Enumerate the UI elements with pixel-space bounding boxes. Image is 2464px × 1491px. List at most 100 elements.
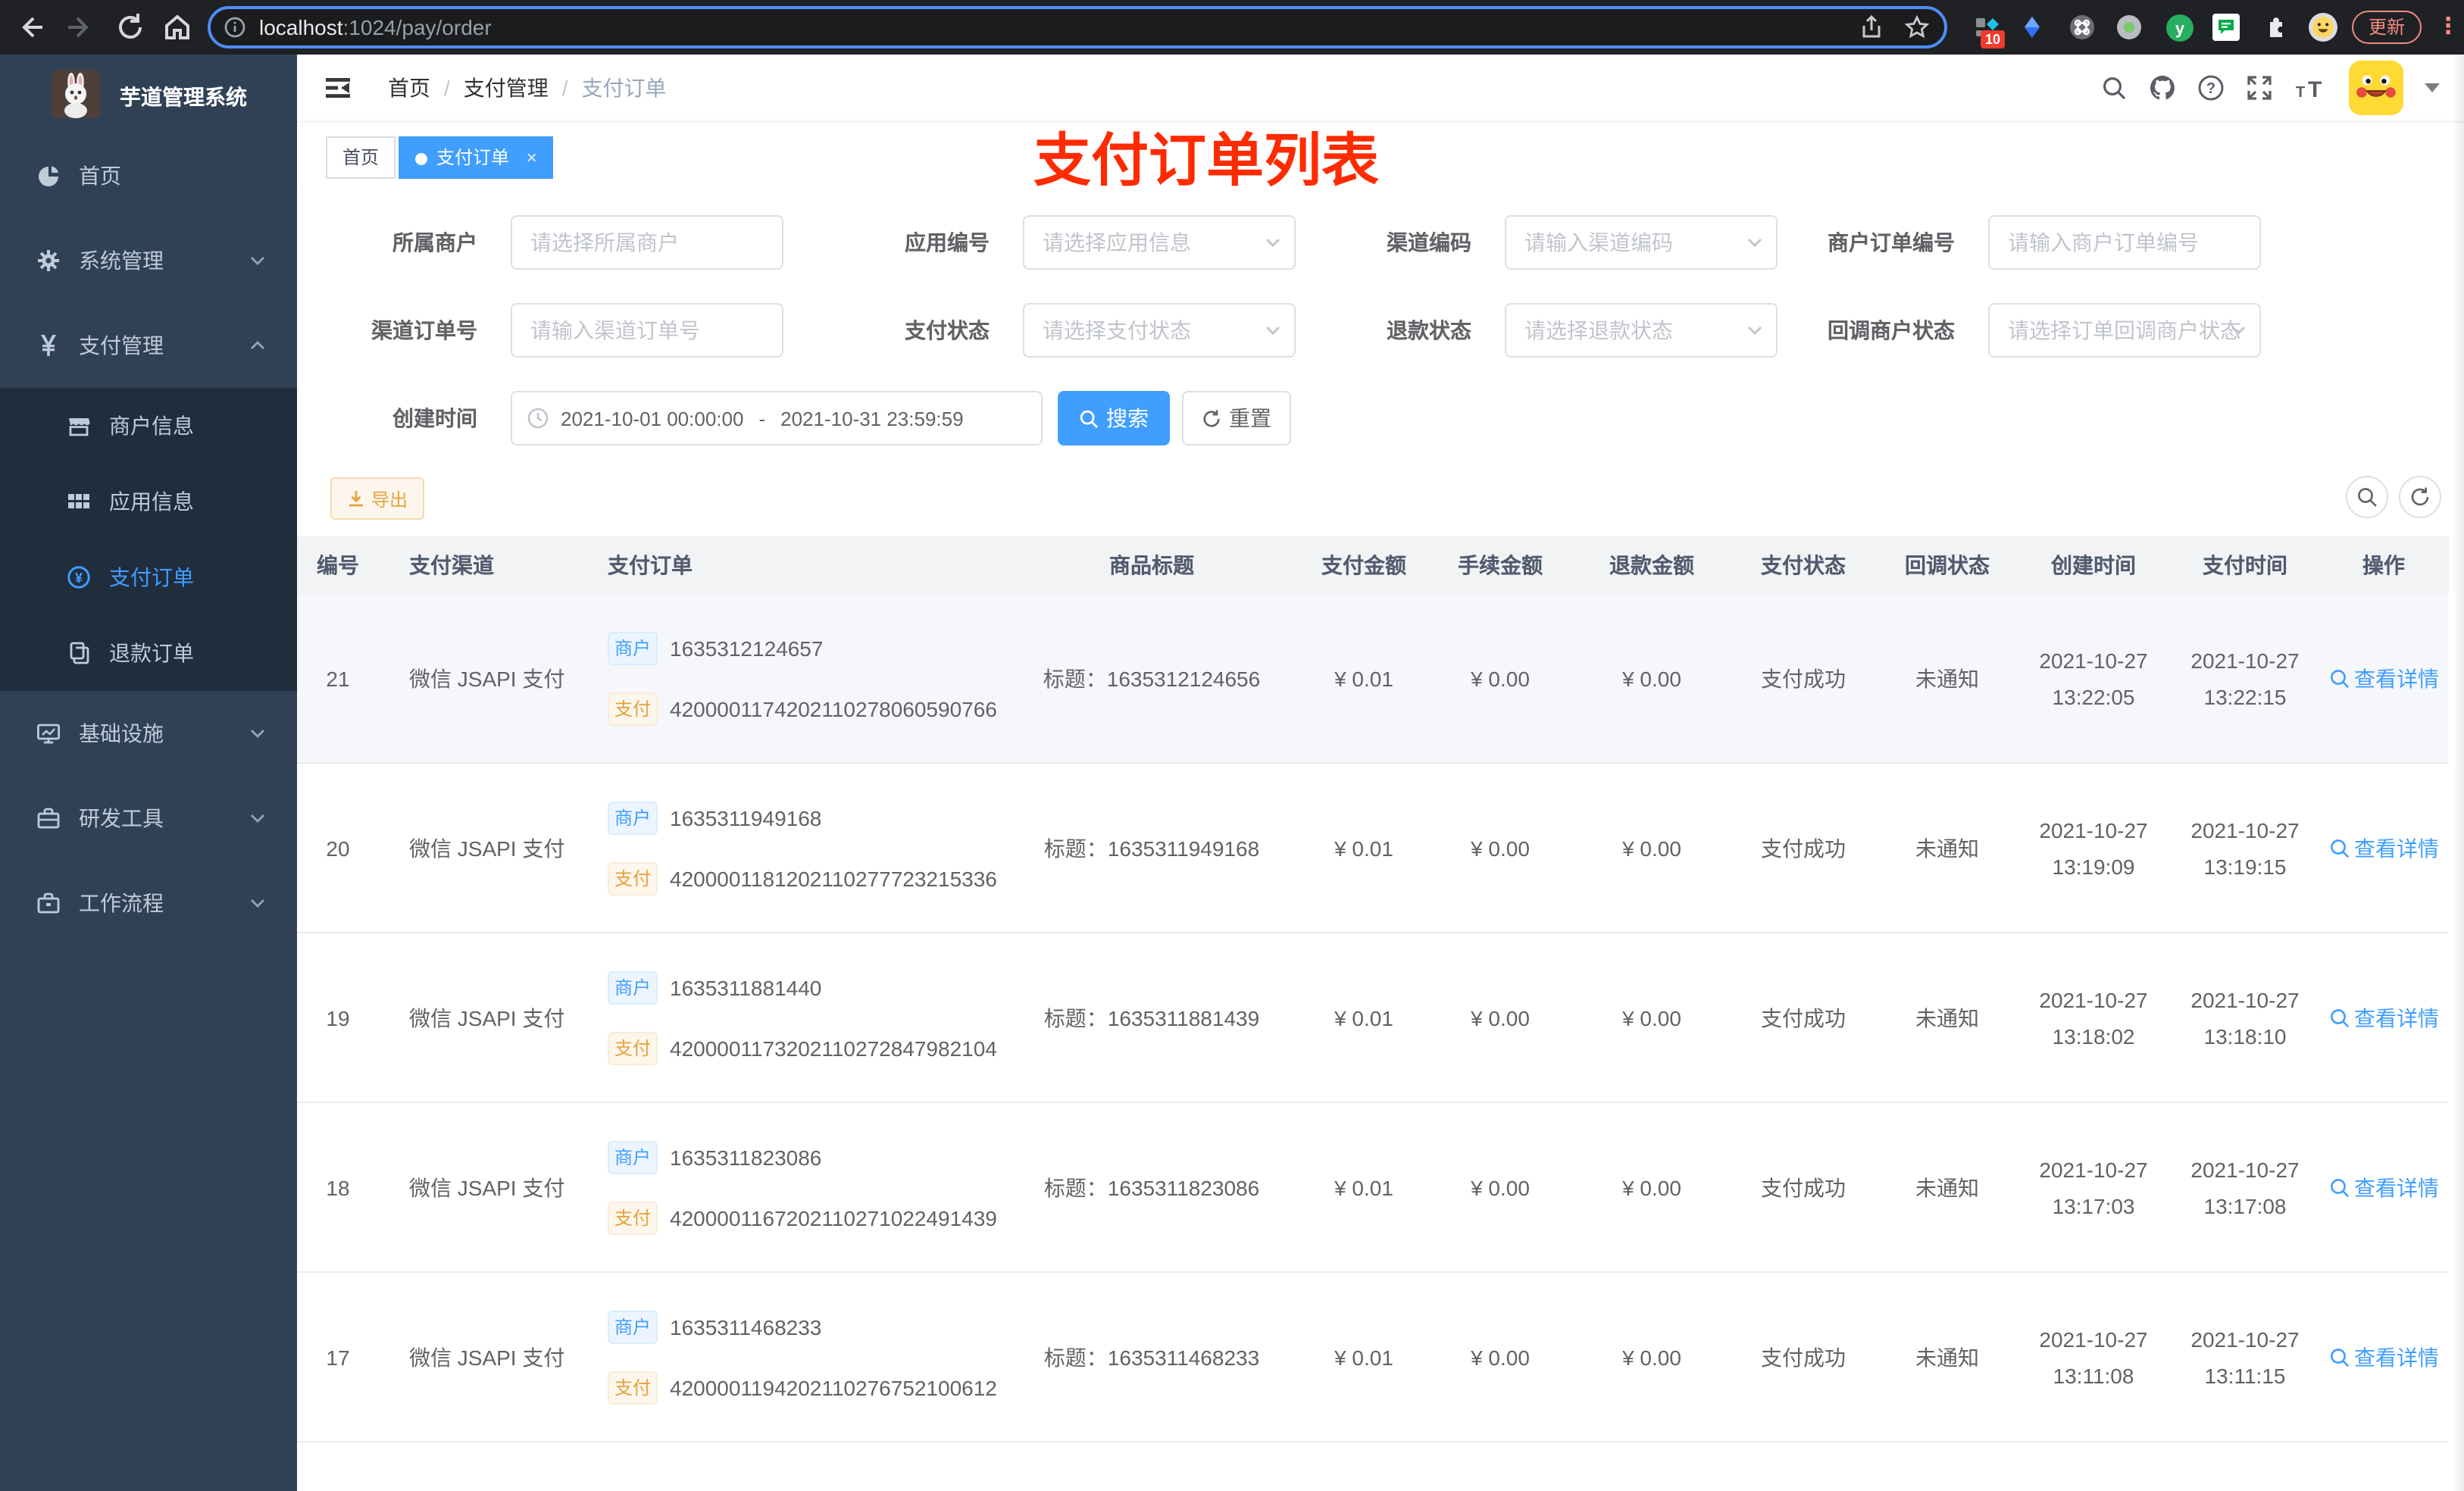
select-placeholder: 请选择支付状态 (1043, 318, 1191, 342)
app-header: 首页 / 支付管理 / 支付订单 ? TT 支付订单列表 (297, 55, 2464, 194)
export-button[interactable]: 导出 (330, 477, 425, 520)
svg-text:y: y (2175, 18, 2184, 37)
reload-icon[interactable] (114, 11, 147, 44)
cell-title: 标题：1635311881439 (1043, 1005, 1260, 1030)
user-avatar[interactable] (2349, 61, 2403, 115)
filter-input-field[interactable] (1990, 217, 2259, 268)
breadcrumb-current: 支付订单 (581, 76, 667, 100)
sidebar-item-5[interactable]: 工作流程 (0, 861, 297, 946)
date-start-value[interactable]: 2021-10-01 00:00:00 (561, 407, 743, 430)
view-detail-link[interactable]: 查看详情 (2319, 1172, 2449, 1202)
chevron-up-icon (249, 336, 267, 355)
view-detail-link[interactable]: 查看详情 (2319, 833, 2449, 863)
tab-pay-order[interactable]: 支付订单 × (399, 136, 554, 179)
view-detail-link[interactable]: 查看详情 (2319, 1342, 2449, 1372)
channel-pay-tag: 支付 (608, 1201, 658, 1234)
filter-input[interactable] (1988, 215, 2261, 270)
filter-label: 所属商户 (392, 230, 477, 255)
channel-pay-no: 4200001181202110277723215336 (670, 866, 997, 890)
copy-icon (67, 641, 91, 665)
filter-label: 回调商户状态 (1828, 318, 1955, 342)
sidebar-item-0[interactable]: 首页 (0, 133, 297, 218)
bookmark-star-icon[interactable] (1905, 15, 1929, 39)
header-search-icon[interactable] (2100, 74, 2128, 102)
github-icon[interactable] (2149, 74, 2176, 102)
view-detail-link[interactable]: 查看详情 (2319, 1002, 2449, 1033)
sidebar-item-4[interactable]: 研发工具 (0, 776, 297, 861)
filter-select[interactable]: 请选择订单回调商户状态 (1988, 303, 2261, 358)
fullscreen-icon[interactable] (2246, 74, 2273, 102)
coin-icon: ¥ (67, 565, 91, 589)
select-placeholder: 请选择应用信息 (1043, 230, 1191, 255)
cell-title: 标题：1635312124656 (1043, 666, 1261, 690)
cell-notify-status: 未通知 (1915, 836, 1979, 860)
breadcrumb-separator: / (444, 76, 450, 100)
sidebar-subitem-label: 退款订单 (109, 641, 194, 665)
sidebar-item-3[interactable]: 基础设施 (0, 691, 297, 776)
view-detail-link[interactable]: 查看详情 (2319, 663, 2449, 693)
search-button[interactable]: 搜索 (1058, 391, 1170, 445)
sidebar-item-2[interactable]: 支付管理 (0, 303, 297, 388)
cell-pay-time: 2021-10-27 13:17:08 (2190, 1157, 2300, 1217)
app-logo-row[interactable]: 芋道管理系统 (0, 55, 297, 139)
site-info-icon[interactable] (224, 17, 245, 38)
share-icon[interactable] (1859, 15, 1884, 39)
address-bar[interactable]: localhost:1024/pay/order (208, 6, 1947, 48)
extension-icon-recorder[interactable] (2108, 6, 2150, 48)
extensions-puzzle-icon[interactable] (2253, 6, 2296, 48)
font-size-icon[interactable]: TT (2294, 74, 2328, 102)
sidebar-subitem-1[interactable]: 应用信息 (0, 464, 297, 539)
select-placeholder: 请选择退款状态 (1524, 318, 1673, 342)
sidebar-subitem-0[interactable]: 商户信息 (0, 388, 297, 464)
extension-icon-tasks[interactable]: 10 (1965, 6, 2008, 48)
extension-icon-y[interactable]: y (2158, 6, 2200, 48)
tab-home[interactable]: 首页 (326, 136, 396, 179)
table-header-cell: 手续金额 (1458, 553, 1543, 577)
table-refresh-button[interactable] (2399, 476, 2441, 518)
cell-title: 标题：1635311949168 (1043, 836, 1260, 860)
sidebar-fold-icon[interactable] (324, 74, 352, 102)
filter-label: 支付状态 (905, 318, 990, 342)
merchant-order-tag: 商户 (608, 971, 658, 1004)
browser-menu-icon[interactable]: ⋮ (2437, 11, 2459, 44)
cell-pay-time: 2021-10-27 13:22:15 (2190, 648, 2300, 708)
breadcrumb: 首页 / 支付管理 / 支付订单 (388, 55, 667, 121)
sidebar-subitem-label: 支付订单 (109, 565, 194, 589)
sidebar-subitem-3[interactable]: 退款订单 (0, 615, 297, 691)
page-scrollbar[interactable] (2452, 55, 2464, 1491)
table-search-toggle-button[interactable] (2346, 476, 2388, 518)
breadcrumb-home[interactable]: 首页 (388, 73, 430, 103)
help-icon[interactable]: ? (2197, 74, 2225, 102)
sidebar-item-1[interactable]: 系统管理 (0, 218, 297, 303)
sidebar-item-label: 支付管理 (79, 333, 164, 358)
forward-icon[interactable] (64, 11, 97, 44)
table-row: 19 微信 JSAPI 支付 商户 1635311881440 支付 4200001173… (297, 933, 2449, 1103)
avatar-dropdown-icon[interactable] (2425, 83, 2440, 92)
create-time-range-input[interactable]: 2021-10-01 00:00:00 - 2021-10-31 23:59:5… (511, 391, 1043, 445)
cell-title: 标题：1635311468233 (1043, 1345, 1260, 1369)
extension-icon-chat[interactable] (2205, 6, 2247, 48)
app-logo (52, 70, 100, 118)
cell-create-time: 2021-10-27 13:22:05 (2039, 648, 2148, 708)
profile-avatar-icon[interactable] (2302, 6, 2344, 48)
extension-icon-command[interactable] (2061, 6, 2103, 48)
cell-id: 20 (326, 836, 350, 860)
table-header-row: 编号 支付渠道 支付订单 商品标题 支付金额 手续金额 退款金额 支付状态 回调状态 创建时间 支付… (297, 536, 2449, 594)
date-end-value[interactable]: 2021-10-31 23:59:59 (780, 407, 963, 430)
reset-button[interactable]: 重置 (1182, 391, 1291, 445)
home-icon[interactable] (161, 11, 194, 44)
sidebar-subitem-2[interactable]: ¥ 支付订单 (0, 539, 297, 615)
tab-active-dot (415, 153, 427, 165)
browser-update-button[interactable]: 更新 (2352, 11, 2422, 44)
extension-icon-gem[interactable] (2011, 6, 2053, 48)
merchant-order-no: 1635311881440 (670, 975, 822, 999)
merchant-order-no: 1635312124657 (670, 636, 824, 660)
cell-fee: ¥ 0.00 (1471, 666, 1530, 690)
select-placeholder: 请输入渠道编码 (1524, 230, 1673, 255)
tab-close-icon[interactable]: × (527, 147, 537, 168)
cell-status: 支付成功 (1761, 666, 1846, 690)
cell-create-time: 2021-10-27 13:18:02 (2039, 987, 2148, 1048)
filter-label: 渠道订单号 (371, 318, 477, 342)
breadcrumb-pay[interactable]: 支付管理 (464, 73, 549, 103)
back-icon[interactable] (14, 11, 47, 44)
